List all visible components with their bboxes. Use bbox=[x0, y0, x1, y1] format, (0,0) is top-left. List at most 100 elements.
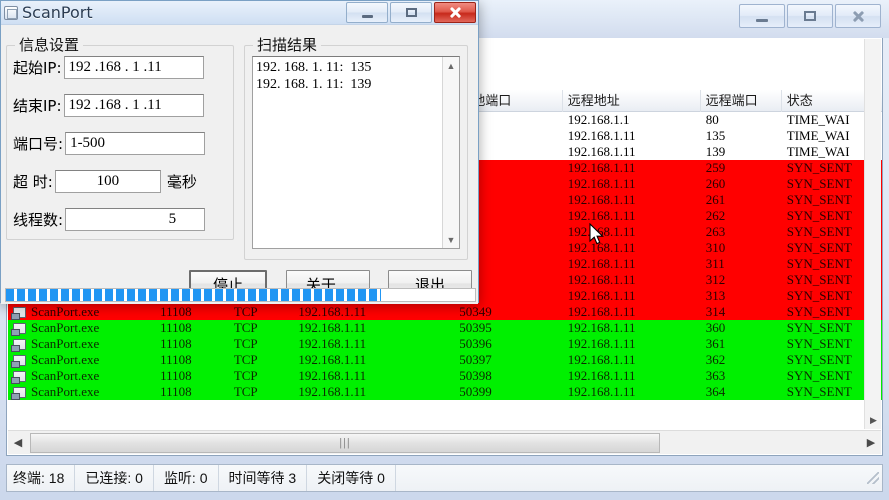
table-row[interactable]: ScanPort.exe 11108 TCP 192.168.1.11 50349 192… bbox=[8, 304, 882, 320]
close-icon bbox=[449, 6, 462, 19]
dialog-close-button[interactable] bbox=[434, 2, 476, 23]
cell-remote-port: 360 bbox=[705, 320, 726, 335]
hscroll-track[interactable]: ||| bbox=[28, 431, 861, 454]
port-range-label: 端口号: bbox=[13, 135, 64, 153]
thread-count-input[interactable]: 5 bbox=[65, 208, 206, 231]
scan-result-item[interactable]: 192. 168. 1. 11: 135 bbox=[256, 59, 442, 76]
scroll-down-arrow-icon[interactable]: ▼ bbox=[443, 231, 459, 248]
dialog-body: 信息设置 起始IP: 192 .168 . 1 .11 结束IP: 192 .1… bbox=[1, 25, 478, 304]
dialog-window-controls bbox=[346, 2, 476, 23]
cell-local-port: 50397 bbox=[459, 352, 492, 367]
hscroll-thumb[interactable]: ||| bbox=[30, 432, 660, 453]
cell-remote-address: 192.168.1.11 bbox=[567, 176, 636, 191]
cell-remote-address: 192.168.1.11 bbox=[567, 352, 636, 367]
scan-result-item[interactable]: 192. 168. 1. 11: 139 bbox=[256, 76, 442, 93]
process-name: ScanPort.exe bbox=[31, 320, 100, 335]
table-row[interactable]: ScanPort.exe 11108 TCP 192.168.1.11 50398 192… bbox=[8, 368, 882, 384]
scroll-down-arrow-icon[interactable]: ▶ bbox=[865, 412, 882, 429]
cell-remote-address: 192.168.1.11 bbox=[567, 336, 636, 351]
table-horizontal-scrollbar[interactable]: ◀ ||| ▶ bbox=[8, 430, 881, 454]
process-name: ScanPort.exe bbox=[31, 352, 100, 367]
resize-grip-icon[interactable] bbox=[867, 472, 879, 484]
process-icon bbox=[11, 386, 26, 400]
cell-remote-port: 139 bbox=[705, 144, 726, 159]
scroll-left-arrow-icon[interactable]: ◀ bbox=[8, 431, 28, 454]
cell-remote-address: 192.168.1.11 bbox=[567, 208, 636, 223]
port-range-input[interactable]: 1-500 bbox=[65, 132, 206, 155]
dialog-titlebar[interactable]: ScanPort bbox=[1, 1, 478, 25]
timeout-input[interactable]: 100 bbox=[54, 170, 161, 193]
cell-remote-address: 192.168.1.11 bbox=[567, 144, 636, 159]
cell-remote-port: 364 bbox=[705, 384, 726, 399]
cell-local-address: 192.168.1.11 bbox=[298, 352, 367, 367]
column-header-remote-address[interactable]: 远程地址 bbox=[563, 89, 701, 112]
end-ip-input[interactable]: 192 .168 . 1 .11 bbox=[63, 94, 204, 117]
minimize-icon bbox=[361, 14, 373, 18]
scan-results-legend: 扫描结果 bbox=[253, 34, 322, 55]
process-icon bbox=[11, 338, 26, 352]
cell-remote-address: 192.168.1.11 bbox=[567, 192, 636, 207]
cell-remote-address: 192.168.1.11 bbox=[567, 304, 636, 319]
cell-protocol: TCP bbox=[233, 304, 258, 319]
table-vertical-scrollbar[interactable]: ▶ bbox=[864, 39, 881, 429]
status-established: 已连接: 0 bbox=[75, 465, 154, 491]
cell-process: ScanPort.exe bbox=[8, 384, 155, 400]
scroll-up-arrow-icon[interactable]: ▲ bbox=[443, 57, 459, 74]
cell-pid: 11108 bbox=[160, 368, 192, 383]
process-icon bbox=[11, 370, 26, 384]
cell-remote-address: 192.168.1.11 bbox=[567, 128, 636, 143]
scan-results-listbox[interactable]: 192. 168. 1. 11: 135 192. 168. 1. 11: 139… bbox=[252, 56, 460, 249]
process-name: ScanPort.exe bbox=[31, 368, 100, 383]
cell-local-port: 50398 bbox=[459, 368, 492, 383]
bg-maximize-button[interactable] bbox=[787, 4, 833, 28]
maximize-icon bbox=[405, 8, 417, 17]
cell-remote-port: 361 bbox=[705, 336, 726, 351]
bg-close-button[interactable] bbox=[835, 4, 881, 28]
cell-local-address: 192.168.1.11 bbox=[298, 336, 367, 351]
scroll-right-arrow-icon[interactable]: ▶ bbox=[861, 431, 881, 454]
cell-pid: 11108 bbox=[160, 304, 192, 319]
cell-pid: 11108 bbox=[160, 384, 192, 399]
dialog-maximize-button[interactable] bbox=[390, 2, 432, 23]
cell-protocol: TCP bbox=[233, 320, 258, 335]
cell-remote-port: 313 bbox=[705, 288, 726, 303]
status-close-wait: 关闭等待 0 bbox=[307, 465, 396, 491]
status-endpoints: 终端: 18 bbox=[7, 465, 76, 491]
cell-local-address: 192.168.1.11 bbox=[298, 304, 367, 319]
status-listening: 监听: 0 bbox=[154, 465, 219, 491]
cell-remote-port: 261 bbox=[705, 192, 726, 207]
table-row[interactable]: ScanPort.exe 11108 TCP 192.168.1.11 50399 192… bbox=[8, 384, 882, 400]
cell-process: ScanPort.exe bbox=[8, 336, 155, 352]
start-ip-label: 起始IP: bbox=[13, 59, 62, 77]
cell-remote-port: 363 bbox=[705, 368, 726, 383]
cell-remote-port: 259 bbox=[705, 160, 726, 175]
bg-minimize-button[interactable] bbox=[739, 4, 785, 28]
app-icon bbox=[4, 5, 18, 20]
cell-remote-port: 80 bbox=[705, 112, 719, 127]
start-ip-row: 起始IP: 192 .168 . 1 .11 bbox=[13, 56, 204, 79]
table-row[interactable]: ScanPort.exe 11108 TCP 192.168.1.11 50395 192… bbox=[8, 320, 882, 336]
cell-protocol: TCP bbox=[233, 368, 258, 383]
table-row[interactable]: ScanPort.exe 11108 TCP 192.168.1.11 50396 192… bbox=[8, 336, 882, 352]
cell-process: ScanPort.exe bbox=[8, 304, 155, 320]
cell-pid: 11108 bbox=[160, 336, 192, 351]
table-row[interactable]: ScanPort.exe 11108 TCP 192.168.1.11 50397 192… bbox=[8, 352, 882, 368]
scan-results-items: 192. 168. 1. 11: 135 192. 168. 1. 11: 139 bbox=[253, 57, 442, 248]
scan-results-scrollbar[interactable]: ▲ ▼ bbox=[442, 57, 459, 248]
column-header-remote-port[interactable]: 远程端口 bbox=[701, 89, 782, 112]
dialog-title: ScanPort bbox=[22, 2, 93, 22]
cell-remote-port: 262 bbox=[705, 208, 726, 223]
cell-remote-port: 314 bbox=[705, 304, 726, 319]
start-ip-input[interactable]: 192 .168 . 1 .11 bbox=[63, 56, 204, 79]
dialog-minimize-button[interactable] bbox=[346, 2, 388, 23]
timeout-row: 超 时: 100 毫秒 bbox=[13, 170, 197, 193]
process-icon bbox=[11, 306, 26, 320]
cell-remote-port: 263 bbox=[705, 224, 726, 239]
cell-remote-port: 362 bbox=[705, 352, 726, 367]
thread-count-label: 线程数: bbox=[13, 211, 64, 229]
hscroll-grip-icon: ||| bbox=[339, 436, 351, 449]
cell-remote-address: 192.168.1.11 bbox=[567, 240, 636, 255]
cell-remote-address: 192.168.1.11 bbox=[567, 224, 636, 239]
cell-remote-address: 192.168.1.11 bbox=[567, 384, 636, 399]
cell-protocol: TCP bbox=[233, 352, 258, 367]
